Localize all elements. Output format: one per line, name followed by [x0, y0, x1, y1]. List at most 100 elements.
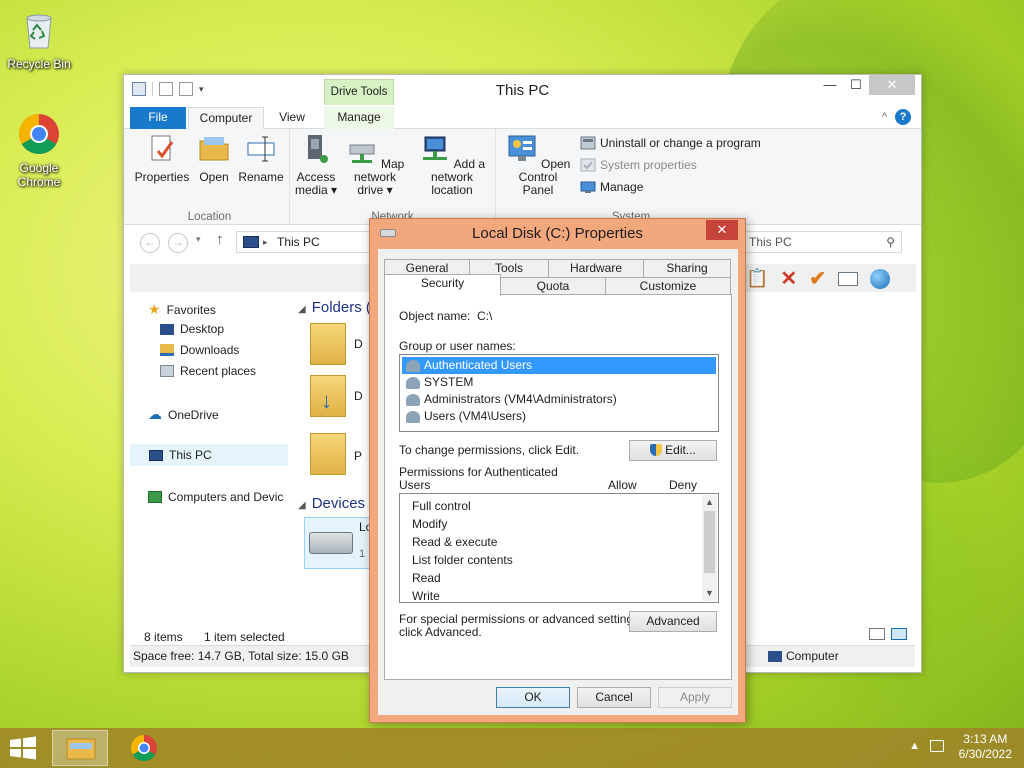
forward-button[interactable]: → — [168, 233, 188, 253]
open-folder-icon — [199, 137, 229, 161]
add-network-location-button[interactable]: Add a network location — [410, 133, 494, 197]
open-control-panel-button[interactable]: Open Control Panel — [500, 133, 576, 197]
desktop-icon-google-chrome[interactable]: Google Chrome — [4, 112, 74, 189]
folder-label[interactable]: D — [354, 337, 363, 351]
users-icon — [406, 393, 420, 406]
tab-security[interactable]: Security — [384, 274, 501, 296]
folder-icon[interactable] — [310, 323, 346, 365]
cancel-button[interactable]: Cancel — [577, 687, 651, 708]
pictures-folder-icon[interactable] — [310, 433, 346, 475]
computer-icon — [768, 650, 782, 662]
nav-item-recent-places[interactable]: Recent places — [160, 364, 256, 378]
properties-button[interactable]: Properties — [132, 133, 192, 184]
scroll-up-icon[interactable]: ▲ — [702, 495, 717, 510]
collapse-icon: ◢ — [298, 304, 306, 315]
permissions-list[interactable]: Full control Modify Read & execute List … — [399, 493, 719, 603]
collapse-ribbon-icon[interactable]: ^ — [882, 111, 887, 123]
ribbon-group-system: Open Control Panel Uninstall or change a … — [496, 129, 766, 225]
tab-file[interactable]: File — [130, 107, 186, 129]
system-properties-icon — [580, 158, 596, 172]
nav-item-this-pc[interactable]: This PC — [130, 444, 288, 466]
edit-button[interactable]: Edit... — [629, 440, 717, 461]
nav-item-desktop[interactable]: Desktop — [160, 322, 224, 336]
tab-computer[interactable]: Computer — [188, 107, 264, 130]
access-media-button[interactable]: Access media ▾ — [292, 133, 340, 197]
show-hidden-icons-icon[interactable]: ▲ — [909, 740, 920, 752]
search-input[interactable]: This PC ⚲ — [744, 231, 902, 253]
scroll-thumb[interactable] — [704, 511, 715, 573]
rename-button[interactable]: Rename — [236, 133, 286, 184]
large-icons-view-icon[interactable] — [891, 628, 907, 640]
dialog-body: General Tools Hardware Sharing Security … — [378, 249, 738, 715]
deny-column-header: Deny — [669, 478, 698, 492]
collapse-icon: ◢ — [298, 500, 306, 511]
downloads-folder-icon[interactable]: ↓ — [310, 375, 346, 417]
help-icon[interactable]: ? — [895, 109, 911, 125]
local-disk-tile[interactable]: Lo 1 — [304, 517, 374, 569]
downloads-folder-icon — [160, 344, 174, 356]
clock[interactable]: 3:13 AM 6/30/2022 — [959, 732, 1012, 762]
windows-start-icon[interactable] — [8, 736, 38, 760]
map-network-drive-icon — [349, 144, 375, 163]
apply-button[interactable]: Apply — [658, 687, 732, 708]
window-title: This PC — [495, 82, 550, 99]
minimize-button[interactable]: — — [817, 75, 843, 95]
folders-section-header[interactable]: ◢ Folders ( — [298, 299, 371, 316]
list-item[interactable]: Users (VM4\Users) — [402, 408, 716, 425]
checkmark-icon[interactable]: ✔ — [809, 266, 826, 291]
nav-item-onedrive[interactable]: ☁ OneDrive — [148, 406, 219, 423]
ribbon: Properties Open Rename Location Access m… — [124, 129, 921, 225]
chrome-icon — [19, 114, 59, 154]
command-icons: 📋 ✕ ✔ — [746, 266, 890, 291]
folder-label[interactable]: P — [354, 449, 362, 463]
tab-sharing[interactable]: Sharing — [643, 259, 731, 278]
dialog-close-button[interactable]: ✕ — [706, 220, 738, 240]
item-count: 8 items — [144, 630, 183, 644]
devices-section-header[interactable]: ◢ Devices a — [298, 495, 378, 512]
folder-label[interactable]: D — [354, 389, 363, 403]
list-item[interactable]: SYSTEM — [402, 374, 716, 391]
taskbar-file-explorer[interactable] — [52, 730, 108, 766]
tab-manage[interactable]: Manage — [324, 107, 394, 129]
list-item[interactable]: Administrators (VM4\Administrators) — [402, 391, 716, 408]
ribbon-group-label: Location — [187, 211, 232, 223]
system-tray: ▲ — [909, 740, 944, 752]
drive-icon[interactable] — [837, 271, 858, 286]
up-arrow-icon[interactable]: ↑ — [216, 231, 224, 248]
tab-hardware[interactable]: Hardware — [548, 259, 644, 278]
back-button[interactable]: ← — [140, 233, 160, 253]
permissions-scrollbar[interactable]: ▲ ▼ — [702, 495, 717, 601]
object-name-value: C:\ — [477, 309, 493, 323]
details-view-icon[interactable] — [869, 628, 885, 640]
shield-icon — [650, 444, 663, 456]
open-button[interactable]: Open — [194, 133, 234, 184]
tab-view[interactable]: View — [270, 107, 314, 129]
scroll-down-icon[interactable]: ▼ — [702, 586, 717, 601]
recent-locations-icon[interactable]: ▾ — [196, 234, 201, 245]
details-location: Computer — [768, 646, 839, 666]
globe-icon[interactable] — [869, 268, 890, 289]
desktop-icon-recycle-bin[interactable]: Recycle Bin — [4, 8, 74, 71]
network-icon — [148, 491, 162, 503]
system-properties-button[interactable]: System properties — [580, 157, 697, 173]
view-switcher — [869, 628, 907, 640]
map-network-drive-button[interactable]: Map network drive ▾ — [338, 133, 412, 197]
ok-button[interactable]: OK — [496, 687, 570, 708]
click-advanced-text: click Advanced. — [399, 625, 482, 639]
advanced-button[interactable]: Advanced — [629, 611, 717, 632]
allow-column-header: Allow — [608, 478, 637, 492]
taskbar-chrome[interactable] — [116, 730, 172, 766]
uninstall-program-button[interactable]: Uninstall or change a program — [580, 135, 761, 151]
clipboard-icon[interactable]: 📋 — [746, 268, 768, 289]
manage-button[interactable]: Manage — [580, 179, 643, 195]
nav-item-network[interactable]: Computers and Devic — [148, 490, 283, 504]
maximize-button[interactable]: ☐ — [843, 75, 869, 95]
nav-item-favorites[interactable]: ★ Favorites — [148, 301, 216, 318]
properties-icon — [151, 135, 174, 161]
nav-item-downloads[interactable]: Downloads — [160, 343, 239, 357]
list-item[interactable]: Authenticated Users — [402, 357, 716, 374]
delete-icon[interactable]: ✕ — [780, 266, 797, 291]
network-status-icon[interactable] — [930, 740, 944, 752]
group-names-list[interactable]: Authenticated Users SYSTEM Administrator… — [399, 354, 719, 432]
close-button[interactable]: ✕ — [869, 75, 915, 95]
